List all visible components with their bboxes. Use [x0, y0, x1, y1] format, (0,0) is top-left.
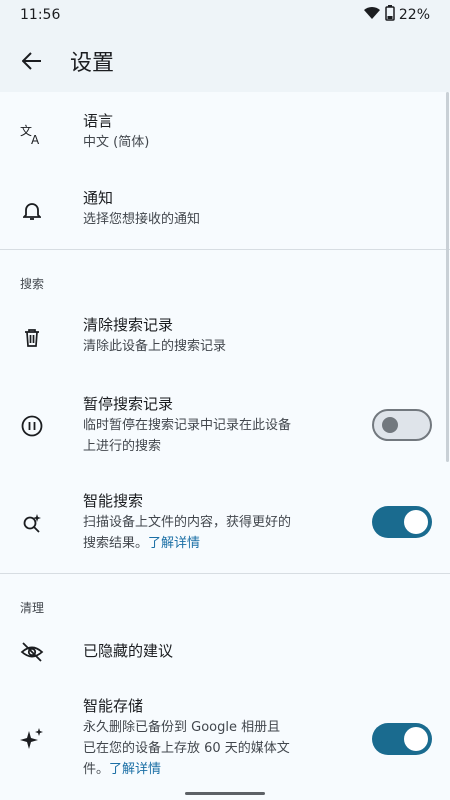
smart-search-title: 智能搜索	[83, 492, 144, 510]
settings-list: 文 A 语言 中文 (简体) 通知 选择您想接收的通知 搜索 清除搜索记录 清除…	[0, 92, 450, 800]
smart-search-subtitle-line1: 扫描设备上文件的内容，获得更好的	[83, 515, 292, 530]
smart-storage-toggle[interactable]	[372, 723, 432, 755]
toggle-knob	[404, 727, 428, 751]
app-bar: 设置	[0, 30, 450, 92]
svg-text:A: A	[31, 133, 40, 145]
clear-search-history-item[interactable]: 清除搜索记录 清除此设备上的搜索记录	[0, 314, 450, 364]
notifications-subtitle: 选择您想接收的通知	[83, 212, 201, 227]
smart-storage-learn-more-link[interactable]: 了解详情	[109, 762, 161, 777]
clear-search-history-text: 清除搜索记录 清除此设备上的搜索记录	[83, 314, 354, 357]
smart-storage-subtitle-line1: 永久删除已备份到 Google 相册且	[83, 720, 281, 735]
hidden-suggestions-title: 已隐藏的建议	[83, 642, 174, 660]
smart-search-icon	[20, 511, 44, 535]
navigation-handle[interactable]	[185, 792, 265, 795]
pause-circle-icon	[20, 414, 44, 438]
smart-storage-item[interactable]: 智能存储 永久删除已备份到 Google 相册且 已在您的设备上存放 60 天的…	[0, 695, 450, 790]
pause-search-history-subtitle-line2: 上进行的搜索	[83, 439, 162, 454]
translate-icon: 文 A	[20, 122, 44, 146]
language-title: 语言	[83, 112, 114, 130]
smart-search-toggle[interactable]	[372, 506, 432, 538]
language-text: 语言 中文 (简体)	[83, 110, 354, 153]
pause-search-history-text: 暂停搜索记录 临时暂停在搜索记录中记录在此设备 上进行的搜索	[83, 393, 354, 457]
smart-search-item[interactable]: 智能搜索 扫描设备上文件的内容，获得更好的 搜索结果。了解详情	[0, 490, 450, 560]
smart-storage-text: 智能存储 永久删除已备份到 Google 相册且 已在您的设备上存放 60 天的…	[83, 695, 354, 780]
smart-search-subtitle-line2: 搜索结果。了解详情	[83, 533, 354, 554]
eye-off-icon	[20, 640, 44, 664]
notifications-title: 通知	[83, 189, 114, 207]
wifi-icon	[363, 6, 381, 24]
smart-search-subtitle-text: 搜索结果。	[83, 536, 149, 551]
divider	[0, 249, 450, 250]
clear-search-history-title: 清除搜索记录	[83, 316, 174, 334]
scrollbar[interactable]	[446, 92, 449, 462]
toggle-knob	[382, 417, 398, 433]
smart-storage-subtitle-line3: 件。了解详情	[83, 759, 354, 780]
smart-search-learn-more-link[interactable]: 了解详情	[148, 536, 200, 551]
pause-search-history-subtitle-line1: 临时暂停在搜索记录中记录在此设备	[83, 418, 292, 433]
battery-icon	[385, 5, 395, 25]
hidden-suggestions-text: 已隐藏的建议	[83, 640, 354, 662]
notifications-item[interactable]: 通知 选择您想接收的通知	[0, 187, 450, 237]
trash-icon	[20, 326, 44, 350]
status-time: 11:56	[20, 7, 61, 23]
smart-storage-subtitle-line2: 已在您的设备上存放 60 天的媒体文	[83, 741, 290, 756]
bell-icon	[20, 199, 44, 223]
status-bar: 11:56 22%	[0, 0, 450, 30]
section-header-search: 搜索	[20, 277, 45, 291]
sparkle-icon	[20, 727, 44, 751]
battery-percent: 22%	[398, 7, 430, 23]
divider	[0, 573, 450, 574]
pause-search-history-toggle[interactable]	[372, 409, 432, 441]
notifications-text: 通知 选择您想接收的通知	[83, 187, 354, 230]
smart-storage-subtitle-text: 件。	[83, 762, 110, 777]
language-item[interactable]: 文 A 语言 中文 (简体)	[0, 110, 450, 160]
status-icons: 22%	[363, 5, 430, 25]
clear-search-history-subtitle: 清除此设备上的搜索记录	[83, 339, 227, 354]
toggle-knob	[404, 510, 428, 534]
smart-search-text: 智能搜索 扫描设备上文件的内容，获得更好的 搜索结果。了解详情	[83, 490, 354, 554]
page-title: 设置	[70, 51, 115, 76]
language-subtitle: 中文 (简体)	[83, 135, 150, 150]
pause-search-history-item[interactable]: 暂停搜索记录 临时暂停在搜索记录中记录在此设备 上进行的搜索	[0, 393, 450, 463]
pause-search-history-title: 暂停搜索记录	[83, 395, 174, 413]
smart-storage-title: 智能存储	[83, 697, 144, 715]
back-arrow-icon[interactable]	[20, 49, 44, 73]
section-header-cleanup: 清理	[20, 601, 45, 615]
hidden-suggestions-item[interactable]: 已隐藏的建议	[0, 638, 450, 668]
